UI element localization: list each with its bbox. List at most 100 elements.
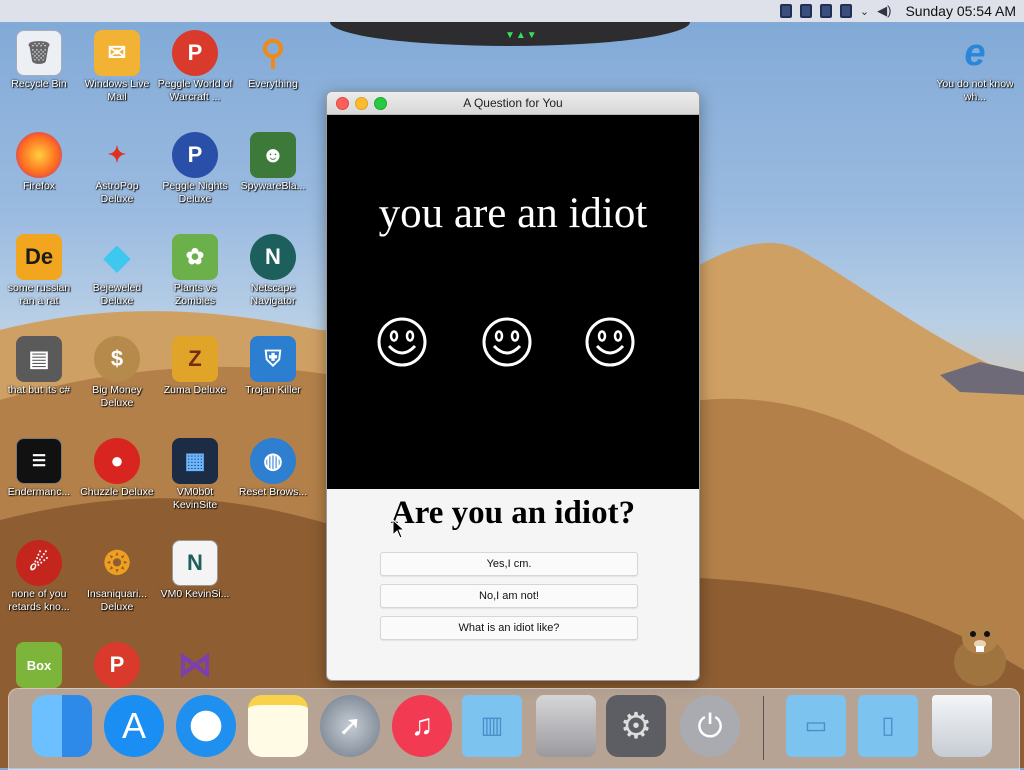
app-store-icon[interactable]: A xyxy=(104,695,164,757)
desktop-icon-label: Windows Live Mail xyxy=(84,78,150,103)
banner-text: you are an idiot xyxy=(378,190,648,237)
tray-window-icon[interactable] xyxy=(799,4,812,18)
desktop-icon-endermanch[interactable]: ☰ Endermanc... xyxy=(0,438,78,499)
yes-button[interactable]: Yes,I cm. xyxy=(380,552,638,576)
system-preferences-icon[interactable]: ⚙ xyxy=(606,695,666,757)
chevron-down-icon[interactable]: ⌄ xyxy=(860,5,869,18)
peggle-nights-icon: P xyxy=(172,132,218,178)
tray-window-icon[interactable] xyxy=(779,4,792,18)
desktop-icon-you-do-not-know[interactable]: e You do not know wh... xyxy=(936,30,1014,104)
system-tray: ⌄ ◀) Sunday 05:54 AM xyxy=(779,0,1024,22)
desktop-icon-insaniquarium-deluxe[interactable]: ❂ Insaniquari... Deluxe xyxy=(78,540,156,614)
desktop-icon-trojan-killer[interactable]: ⛨ Trojan Killer xyxy=(234,336,312,397)
desktop-icon-label: AstroPop Deluxe xyxy=(95,180,139,205)
internet-explorer-icon: e xyxy=(964,31,986,74)
launchpad-icon[interactable]: ➚ xyxy=(320,695,380,757)
desktop-icon-reset-browsers[interactable]: ◍ Reset Brows... xyxy=(234,438,312,499)
what-is-an-idiot-button[interactable]: What is an idiot like? xyxy=(380,616,638,640)
desktop-icon-label: some russian ran a rat xyxy=(7,282,71,307)
banner-panel: you are an idiot xyxy=(327,115,699,489)
desktop-icon-chuzzle-deluxe[interactable]: ● Chuzzle Deluxe xyxy=(78,438,156,499)
safari-icon[interactable] xyxy=(176,695,236,757)
desktop-icon-label: that but its c# xyxy=(7,384,71,396)
desktop-icon-label: VM0 KevinSi... xyxy=(160,588,230,600)
zoom-button[interactable] xyxy=(374,97,387,110)
magnifier-icon: ⚲ xyxy=(260,34,286,72)
visual-studio-icon: ⋈ xyxy=(178,646,212,684)
desktop-icon-everything[interactable]: ⚲ Everything xyxy=(234,30,312,91)
netscape-icon: N xyxy=(250,234,296,280)
pvz-icon: ✿ xyxy=(172,234,218,280)
desktop-icon-vm0b0t-kevinsite[interactable]: ▦ VM0b0t KevinSite xyxy=(156,438,234,512)
downloads-folder-icon[interactable]: ▯ xyxy=(858,695,918,757)
peggle-small-icon: P xyxy=(94,642,140,688)
minimize-button[interactable] xyxy=(355,97,368,110)
finder-icon[interactable] xyxy=(32,695,92,757)
astropop-icon: ✦ xyxy=(107,142,127,167)
dock-separator xyxy=(763,696,764,760)
peggle-icon: P xyxy=(172,30,218,76)
mac-pro-icon[interactable] xyxy=(536,695,596,757)
desktop-icon-bejeweled-deluxe[interactable]: ◆ Bejeweled Deluxe xyxy=(78,234,156,308)
desktop-icon-netscape-navigator[interactable]: N Netscape Navigator xyxy=(234,234,312,308)
desktop-icon-box[interactable]: Box xyxy=(0,642,78,688)
desktop-icon-peggle-world-of-warcraft[interactable]: P Peggle World of Warcraft ... xyxy=(156,30,234,104)
desktop-icon-windows-live-mail[interactable]: ✉ Windows Live Mail xyxy=(78,30,156,104)
desktop-icon-label: Everything xyxy=(248,78,298,90)
desktop-icon-zuma-deluxe[interactable]: Z Zuma Deluxe xyxy=(156,336,234,397)
desktop-icon-astropop-deluxe[interactable]: ✦ AstroPop Deluxe xyxy=(78,132,156,206)
trash-icon[interactable] xyxy=(932,695,992,757)
gopher-mascot-icon xyxy=(954,622,1006,686)
documents-folder-icon[interactable]: ▭ xyxy=(786,695,846,757)
desktop-icon-de[interactable]: De some russian ran a rat xyxy=(0,234,78,308)
desktop-icon-label: SpywareBla... xyxy=(240,180,306,192)
power-icon[interactable]: ⏻ xyxy=(680,695,740,757)
desktop-icon-label: Big Money Deluxe xyxy=(92,384,142,409)
dragon-icon: ☄ xyxy=(16,540,62,586)
globe-icon: ◍ xyxy=(250,438,296,484)
smiley-icon xyxy=(482,317,532,367)
zuma-icon: Z xyxy=(172,336,218,382)
tray-window-icon[interactable] xyxy=(839,4,852,18)
recycle-bin-icon: 🗑 xyxy=(16,30,62,76)
desktop-icon-none-of-you[interactable]: ☄ none of you retards kno... xyxy=(0,540,78,614)
desktop-icon-label: Netscape Navigator xyxy=(250,282,296,307)
menubar-clock[interactable]: Sunday 05:54 AM xyxy=(905,3,1016,19)
menu-bar: ⌄ ◀) Sunday 05:54 AM xyxy=(0,0,1024,22)
tray-window-icon[interactable] xyxy=(819,4,832,18)
desktop-icon-peggle-nights-deluxe[interactable]: P Peggle Nights Deluxe xyxy=(156,132,234,206)
volume-icon[interactable]: ◀) xyxy=(877,3,891,19)
desktop-icon-vm0-kevinsite[interactable]: N VM0 KevinSi... xyxy=(156,540,234,601)
gem-icon: ◆ xyxy=(103,238,131,276)
desktop-icon-label: Firefox xyxy=(22,180,56,192)
smiley-icon xyxy=(377,317,427,367)
box-icon: Box xyxy=(16,642,62,688)
chuzzle-icon: ● xyxy=(94,438,140,484)
mail-icon: ✉ xyxy=(94,30,140,76)
window-titlebar[interactable]: A Question for You xyxy=(327,92,699,115)
applications-folder-icon[interactable]: ▥ xyxy=(462,695,522,757)
desktop-icon-recycle-bin[interactable]: 🗑 Recycle Bin xyxy=(0,30,78,91)
desktop-icon-spywareblaster[interactable]: ☻ SpywareBla... xyxy=(234,132,312,193)
desktop-icon-that-but-its-csharp[interactable]: ▤ that but its c# xyxy=(0,336,78,397)
smiley-icon xyxy=(585,317,635,367)
fish-icon: ❂ xyxy=(103,545,131,581)
notch-indicator-icon: ▼▲▼ xyxy=(505,30,538,41)
no-button[interactable]: No,I am not! xyxy=(380,584,638,608)
desktop-icon-label: none of you retards kno... xyxy=(8,588,70,613)
desktop-icon-label: Chuzzle Deluxe xyxy=(80,486,154,498)
desktop-icon-label: Zuma Deluxe xyxy=(163,384,227,396)
desktop-icon-big-money-deluxe[interactable]: $ Big Money Deluxe xyxy=(78,336,156,410)
desktop-icon-label: Trojan Killer xyxy=(245,384,301,396)
close-button[interactable] xyxy=(336,97,349,110)
music-icon[interactable]: ♫ xyxy=(392,695,452,757)
desktop-icon-visual-studio[interactable]: ⋈ xyxy=(156,642,234,688)
money-bag-icon: $ xyxy=(94,336,140,382)
question-window: A Question for You you are an idiot Are … xyxy=(326,91,700,681)
desktop-icon-plants-vs-zombies[interactable]: ✿ Plants vs Zombies xyxy=(156,234,234,308)
desktop-icon-label: Endermanc... xyxy=(7,486,71,498)
windows-stack-icon: ▤ xyxy=(16,336,62,382)
notes-icon[interactable] xyxy=(248,695,308,757)
desktop-icon-firefox[interactable]: Firefox xyxy=(0,132,78,193)
desktop-icon-peggle-small[interactable]: P xyxy=(78,642,156,688)
